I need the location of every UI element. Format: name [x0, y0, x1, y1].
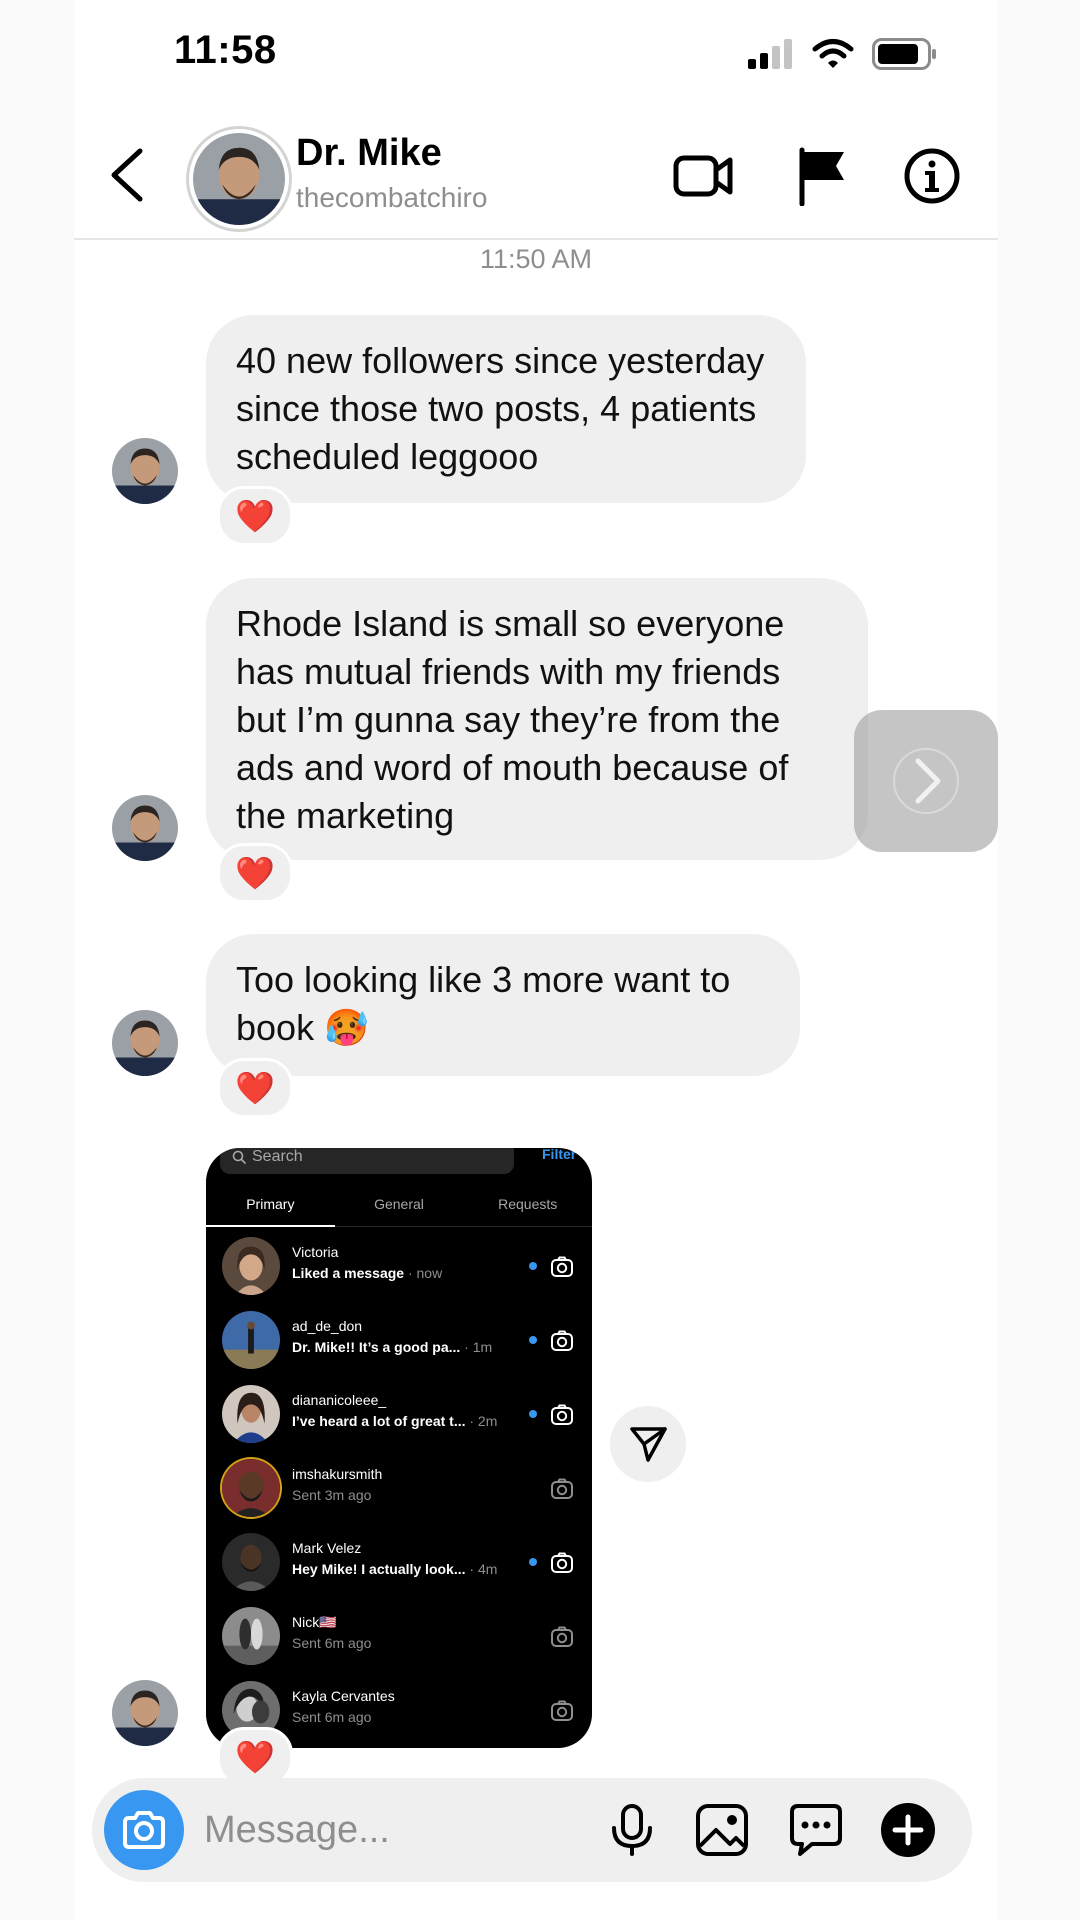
- heart-reaction[interactable]: ❤️: [217, 1058, 293, 1118]
- unread-dot: [529, 1410, 537, 1418]
- status-time: 11:58: [174, 28, 277, 72]
- gallery-icon[interactable]: [694, 1802, 750, 1858]
- screenshot-dm-row: ad_de_don Dr. Mike!! It’s a good pa... ·…: [206, 1304, 592, 1378]
- sticker-icon[interactable]: [788, 1802, 844, 1858]
- sender-avatar[interactable]: [112, 438, 178, 504]
- phone-screen: 11:58 Dr. Mike thecombatchiro 11:50 AM 4…: [74, 0, 998, 1920]
- heart-reaction[interactable]: ❤️: [217, 486, 293, 546]
- screenshot-search-placeholder: Search: [252, 1148, 303, 1165]
- dm-name: Kayla Cervantes: [292, 1688, 395, 1704]
- microphone-icon[interactable]: [604, 1802, 660, 1858]
- contact-handle[interactable]: thecombatchiro: [296, 182, 487, 214]
- screenshot-tab-general: General: [374, 1196, 424, 1212]
- video-camera-icon[interactable]: [672, 146, 736, 206]
- dm-avatar: [222, 1237, 280, 1295]
- message-input[interactable]: [204, 1800, 584, 1860]
- dm-camera-icon: [551, 1626, 573, 1647]
- flag-icon[interactable]: [792, 146, 856, 206]
- dm-camera-icon: [551, 1404, 573, 1425]
- screenshot-dm-row: diananicoleee_ I’ve heard a lot of great…: [206, 1378, 592, 1452]
- avatar: [193, 133, 285, 225]
- contact-name[interactable]: Dr. Mike: [296, 132, 442, 175]
- dm-name: diananicoleee_: [292, 1392, 387, 1408]
- unread-dot: [529, 1558, 537, 1566]
- screenshot-filter-link: Filter: [542, 1148, 577, 1162]
- header-avatar[interactable]: [186, 126, 292, 232]
- dm-camera-icon: [551, 1552, 573, 1573]
- message-bubble[interactable]: 40 new followers since yesterday since t…: [206, 315, 806, 503]
- screenshot-dm-row: imshakursmith Sent 3m ago: [206, 1452, 592, 1526]
- wifi-icon: [812, 39, 854, 68]
- back-chevron-icon[interactable]: [104, 145, 152, 205]
- share-button[interactable]: [610, 1406, 686, 1482]
- dm-camera-icon: [551, 1330, 573, 1351]
- sender-avatar[interactable]: [112, 1680, 178, 1746]
- message-bubble[interactable]: Too looking like 3 more want to book 🥵: [206, 934, 800, 1076]
- dm-preview: Sent 3m ago: [292, 1487, 372, 1503]
- unread-dot: [529, 1336, 537, 1344]
- camera-icon: [123, 1811, 165, 1849]
- sender-avatar[interactable]: [112, 795, 178, 861]
- dm-name: Victoria: [292, 1244, 339, 1260]
- message-composer: [92, 1778, 972, 1882]
- dm-preview: Sent 6m ago: [292, 1635, 372, 1651]
- screenshot-dm-row: Nick🇺🇸 Sent 6m ago: [206, 1600, 592, 1674]
- dm-avatar: [222, 1311, 280, 1369]
- dm-avatar: [222, 1385, 280, 1443]
- dm-camera-icon: [551, 1256, 573, 1277]
- dm-name: imshakursmith: [292, 1466, 383, 1482]
- dm-camera-icon: [551, 1478, 573, 1499]
- share-send-icon: [630, 1427, 667, 1462]
- chat-screen: 11:58 Dr. Mike thecombatchiro 11:50 AM 4…: [0, 0, 1080, 1920]
- dm-camera-icon: [551, 1700, 573, 1721]
- screenshot-tab-bar: Primary General Requests: [206, 1182, 592, 1227]
- signal-icon: [748, 39, 792, 69]
- message-bubble[interactable]: Rhode Island is small so everyone has mu…: [206, 578, 868, 860]
- dm-preview: Sent 6m ago: [292, 1709, 372, 1725]
- dm-preview: Liked a message · now: [292, 1265, 443, 1281]
- forward-chevron-icon: [893, 748, 959, 814]
- dm-preview: Hey Mike! I actually look... · 4m: [292, 1561, 498, 1577]
- heart-reaction[interactable]: ❤️: [217, 843, 293, 903]
- info-icon[interactable]: [900, 146, 964, 206]
- dm-name: ad_de_don: [292, 1318, 363, 1334]
- dm-avatar: [222, 1533, 280, 1591]
- dm-preview: I’ve heard a lot of great t... · 2m: [292, 1413, 498, 1429]
- screenshot-tab-requests: Requests: [498, 1196, 558, 1212]
- unread-dot: [529, 1262, 537, 1270]
- dm-avatar: [222, 1607, 280, 1665]
- screenshot-dm-row: Victoria Liked a message · now: [206, 1230, 592, 1304]
- search-icon: [232, 1150, 246, 1164]
- shared-screenshot[interactable]: Search Filter Primary General Requests V…: [206, 1148, 592, 1748]
- sender-avatar[interactable]: [112, 1010, 178, 1076]
- status-indicators: [748, 38, 938, 70]
- screenshot-search-bar: Search: [220, 1148, 514, 1174]
- camera-button[interactable]: [104, 1790, 184, 1870]
- dm-name: Nick🇺🇸: [292, 1614, 337, 1630]
- thread-timestamp: 11:50 AM: [479, 244, 593, 274]
- chat-header: Dr. Mike thecombatchiro: [74, 110, 998, 240]
- screenshot-dm-row: Mark Velez Hey Mike! I actually look... …: [206, 1526, 592, 1600]
- forward-button[interactable]: [854, 710, 998, 852]
- dm-avatar: [222, 1459, 280, 1517]
- dm-preview: Dr. Mike!! It’s a good pa... · 1m: [292, 1339, 493, 1355]
- screenshot-tab-primary: Primary: [206, 1182, 335, 1227]
- dm-name: Mark Velez: [292, 1540, 362, 1556]
- battery-icon: [872, 38, 936, 70]
- plus-icon[interactable]: [880, 1802, 936, 1858]
